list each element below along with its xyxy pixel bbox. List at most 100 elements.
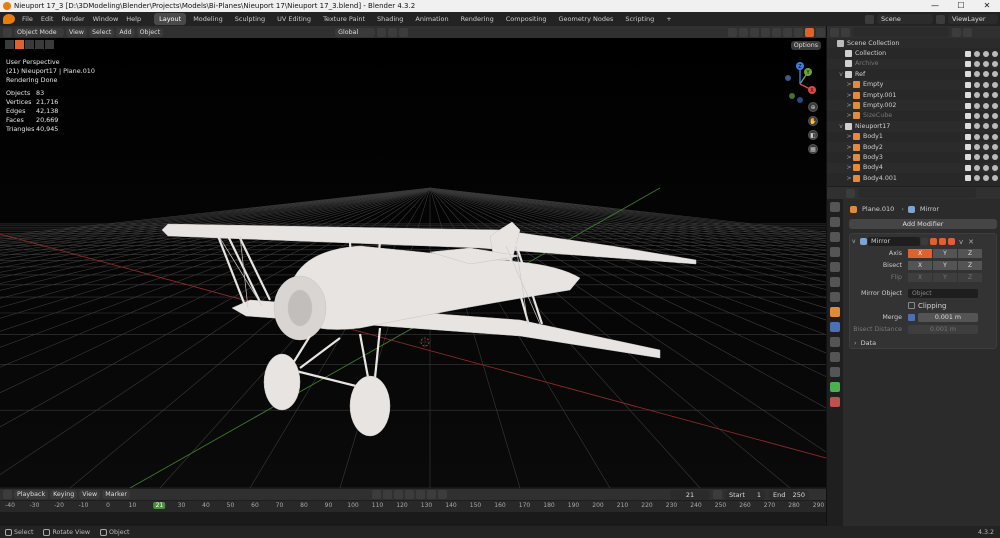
- expand-arrow-icon[interactable]: >: [845, 133, 853, 140]
- include-checkbox-icon[interactable]: [965, 133, 971, 140]
- playback-menu[interactable]: Playback: [14, 490, 49, 499]
- camera-icon[interactable]: [992, 154, 998, 161]
- add-workspace-button[interactable]: +: [661, 13, 676, 25]
- eye-icon[interactable]: [983, 112, 989, 119]
- eye-icon[interactable]: [983, 92, 989, 99]
- maximize-button[interactable]: ☐: [948, 0, 974, 12]
- axis-z-toggle[interactable]: Z: [958, 249, 982, 258]
- camera-icon[interactable]: [992, 164, 998, 171]
- selectable-icon[interactable]: [974, 60, 980, 67]
- edit-mode-icon[interactable]: [930, 238, 937, 245]
- camera-icon[interactable]: [992, 133, 998, 140]
- shading-wireframe-icon[interactable]: [772, 27, 781, 37]
- eye-icon[interactable]: [983, 71, 989, 78]
- properties-editor-icon[interactable]: [846, 188, 855, 198]
- end-frame-field[interactable]: End 250: [768, 489, 809, 500]
- tab-rendering[interactable]: Rendering: [456, 13, 499, 25]
- flip-y-toggle[interactable]: Y: [933, 273, 957, 282]
- transform-orientation[interactable]: Global: [335, 27, 376, 37]
- outliner-row[interactable]: > Body4: [827, 162, 1000, 174]
- expand-arrow-icon[interactable]: >: [845, 144, 853, 151]
- render-icon[interactable]: [948, 238, 955, 245]
- physics-tab-icon[interactable]: [830, 352, 840, 362]
- new-collection-icon[interactable]: [963, 27, 972, 37]
- include-checkbox-icon[interactable]: [965, 50, 971, 57]
- include-checkbox-icon[interactable]: [965, 123, 971, 130]
- expand-arrow-icon[interactable]: >: [845, 175, 853, 182]
- jump-start-icon[interactable]: [382, 490, 392, 499]
- pivot-icon[interactable]: [377, 27, 387, 37]
- eye-icon[interactable]: [983, 144, 989, 151]
- bisect-distance-field[interactable]: 0.001 m: [908, 325, 978, 334]
- jump-end-icon[interactable]: [437, 490, 447, 499]
- camera-icon[interactable]: [992, 123, 998, 130]
- selectable-icon[interactable]: [974, 50, 980, 57]
- eye-icon[interactable]: [983, 154, 989, 161]
- eye-icon[interactable]: [983, 102, 989, 109]
- auto-key-icon[interactable]: [371, 490, 381, 499]
- include-checkbox-icon[interactable]: [965, 60, 971, 67]
- options-dropdown[interactable]: Options: [790, 41, 821, 50]
- clipping-checkbox[interactable]: [908, 302, 915, 309]
- minimize-button[interactable]: —: [922, 0, 948, 12]
- proportional-edit-icon[interactable]: [399, 27, 409, 37]
- tool-tab-icon[interactable]: [830, 202, 840, 212]
- select-intersect-icon[interactable]: [45, 40, 54, 49]
- selectable-icon[interactable]: [974, 133, 980, 140]
- world-tab-icon[interactable]: [830, 277, 840, 287]
- outliner-row[interactable]: v Nieuport17: [827, 121, 1000, 132]
- cursor-tool-icon[interactable]: [5, 40, 14, 49]
- eye-icon[interactable]: [983, 133, 989, 140]
- output-tab-icon[interactable]: [830, 232, 840, 242]
- current-frame-indicator[interactable]: 21: [153, 502, 166, 509]
- gizmo-toggle-icon[interactable]: [739, 27, 748, 37]
- flip-z-toggle[interactable]: Z: [958, 273, 982, 282]
- outliner-row[interactable]: v Ref: [827, 69, 1000, 79]
- collection-tab-icon[interactable]: [830, 292, 840, 302]
- select-box-icon[interactable]: [15, 40, 24, 49]
- outliner-editor-icon[interactable]: [830, 27, 839, 37]
- tab-scripting[interactable]: Scripting: [620, 13, 659, 25]
- camera-view-icon[interactable]: ◧: [808, 130, 818, 140]
- shading-options-icon[interactable]: [816, 27, 825, 37]
- tab-modeling[interactable]: Modeling: [188, 13, 228, 25]
- view-layer-selector[interactable]: ViewLayer: [948, 14, 998, 24]
- menu-file[interactable]: File: [18, 12, 37, 26]
- include-checkbox-icon[interactable]: [965, 102, 971, 109]
- scene-selector[interactable]: Scene: [877, 14, 933, 24]
- outliner-row[interactable]: Archive: [827, 58, 1000, 70]
- shading-material-icon[interactable]: [794, 27, 803, 37]
- outliner-row[interactable]: > Body4.001: [827, 173, 1000, 183]
- tab-shading[interactable]: Shading: [372, 13, 408, 25]
- selectable-icon[interactable]: [974, 154, 980, 161]
- outliner-row[interactable]: > Empty.001: [827, 90, 1000, 100]
- selectable-icon[interactable]: [974, 123, 980, 130]
- outliner-row[interactable]: > Empty: [827, 79, 1000, 90]
- include-checkbox-icon[interactable]: [965, 92, 971, 99]
- camera-icon[interactable]: [992, 144, 998, 151]
- particles-tab-icon[interactable]: [830, 337, 840, 347]
- camera-icon[interactable]: [992, 71, 998, 78]
- expand-arrow-icon[interactable]: v: [837, 71, 845, 78]
- render-tab-icon[interactable]: [830, 217, 840, 227]
- marker-menu[interactable]: Marker: [102, 490, 130, 499]
- selectable-icon[interactable]: [974, 175, 980, 182]
- display-mode-icon[interactable]: [841, 27, 850, 37]
- outliner-search-input[interactable]: [853, 27, 949, 37]
- play-icon[interactable]: [415, 490, 425, 499]
- bisect-y-toggle[interactable]: Y: [933, 261, 957, 270]
- camera-icon[interactable]: [992, 112, 998, 119]
- start-frame-field[interactable]: Start 1: [724, 489, 765, 500]
- timeline-track-area[interactable]: [0, 512, 826, 526]
- tab-layout[interactable]: Layout: [154, 13, 187, 25]
- selectable-icon[interactable]: [974, 144, 980, 151]
- outliner-row[interactable]: Collection: [827, 48, 1000, 58]
- overlay-toggle-icon[interactable]: [750, 27, 759, 37]
- menu-edit[interactable]: Edit: [37, 12, 58, 26]
- include-checkbox-icon[interactable]: [965, 81, 971, 88]
- bisect-x-toggle[interactable]: X: [908, 261, 932, 270]
- selectable-icon[interactable]: [974, 112, 980, 119]
- eye-icon[interactable]: [983, 60, 989, 67]
- expand-arrow-icon[interactable]: >: [845, 154, 853, 161]
- mode-selector[interactable]: Object Mode: [14, 27, 64, 37]
